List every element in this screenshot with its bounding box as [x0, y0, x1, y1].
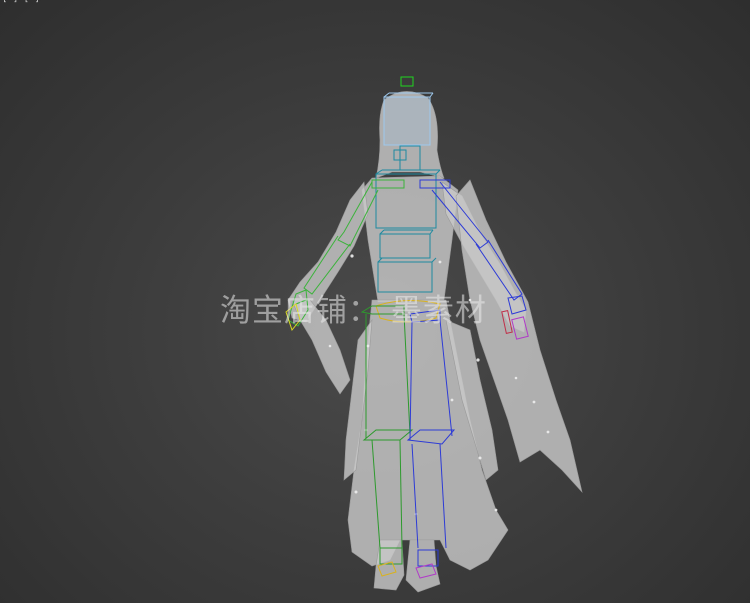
head-nub-bone[interactable]: [400, 76, 414, 87]
head-bone[interactable]: [383, 92, 434, 146]
character-scene[interactable]: [0, 0, 750, 603]
3d-viewport[interactable]: [ ] [ ]: [0, 0, 750, 603]
character-mesh[interactable]: [287, 91, 583, 593]
